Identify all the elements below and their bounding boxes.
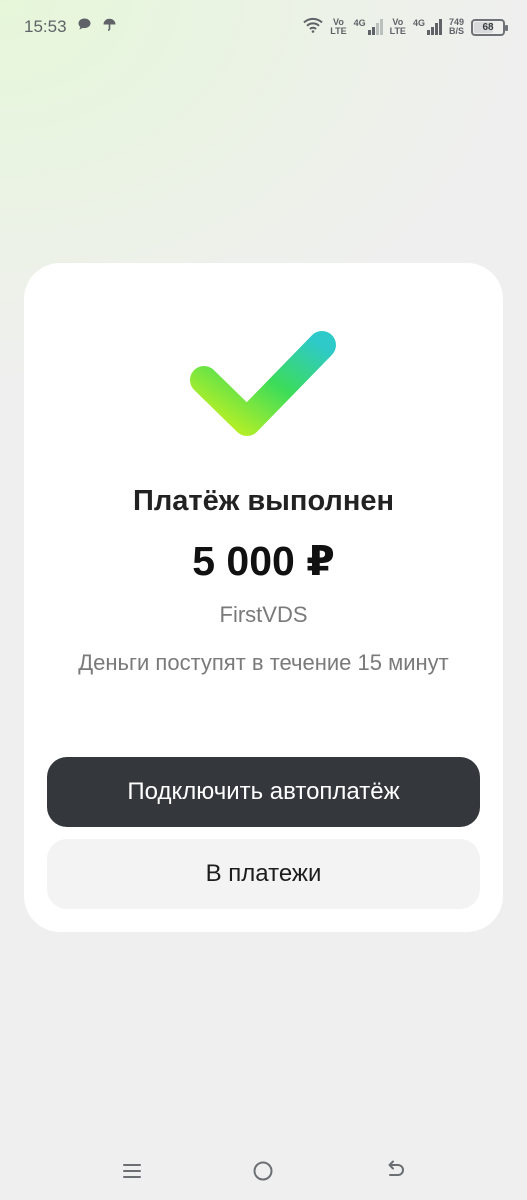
chat-notification-icon bbox=[77, 17, 92, 37]
success-check-icon bbox=[184, 323, 344, 458]
sim2-signal: 4G bbox=[413, 19, 442, 35]
wifi-icon bbox=[303, 17, 323, 38]
home-icon[interactable] bbox=[248, 1156, 278, 1186]
payment-status-title: Платёж выполнен bbox=[132, 485, 395, 517]
net-speed: 749 B/S bbox=[449, 18, 464, 36]
merchant-name: FirstVDS bbox=[219, 602, 308, 627]
sim1-lte-text: LTE bbox=[330, 26, 347, 36]
go-to-payments-button[interactable]: В платежи bbox=[47, 839, 480, 909]
back-icon[interactable] bbox=[380, 1156, 410, 1186]
status-time: 15:53 bbox=[24, 17, 67, 36]
umbrella-notification-icon bbox=[102, 17, 117, 37]
enable-autopay-button[interactable]: Подключить автоплатёж bbox=[47, 757, 480, 827]
sim2-gen-text: 4G bbox=[412, 18, 425, 28]
sim1-signal-icon bbox=[367, 19, 383, 35]
sim1-volte-badge: Vo LTE bbox=[330, 18, 346, 36]
sim1-signal: 4G bbox=[354, 19, 383, 35]
status-right: Vo LTE 4G Vo LTE 4G 749 B/S 68 bbox=[303, 17, 508, 38]
battery-icon: 68 bbox=[471, 18, 508, 36]
delivery-note: Деньги поступят в течение 15 минут bbox=[78, 650, 449, 675]
menu-icon[interactable] bbox=[117, 1156, 147, 1186]
payment-result-card: Платёж выполнен 5 000 ₽ FirstVDS Деньги … bbox=[24, 263, 503, 932]
battery-percent: 68 bbox=[482, 21, 494, 33]
system-nav-bar bbox=[0, 1140, 527, 1200]
sim2-lte-text: LTE bbox=[389, 26, 406, 36]
net-speed-unit: B/S bbox=[448, 26, 464, 36]
status-bar: 15:53 Vo LTE 4G Vo LTE 4G 749 B/S 68 bbox=[0, 0, 527, 54]
sim2-signal-icon bbox=[426, 19, 442, 35]
sim2-volte-badge: Vo LTE bbox=[390, 18, 406, 36]
status-left: 15:53 bbox=[24, 17, 117, 37]
sim1-gen-text: 4G bbox=[353, 18, 366, 28]
payment-amount: 5 000 ₽ bbox=[192, 538, 335, 584]
